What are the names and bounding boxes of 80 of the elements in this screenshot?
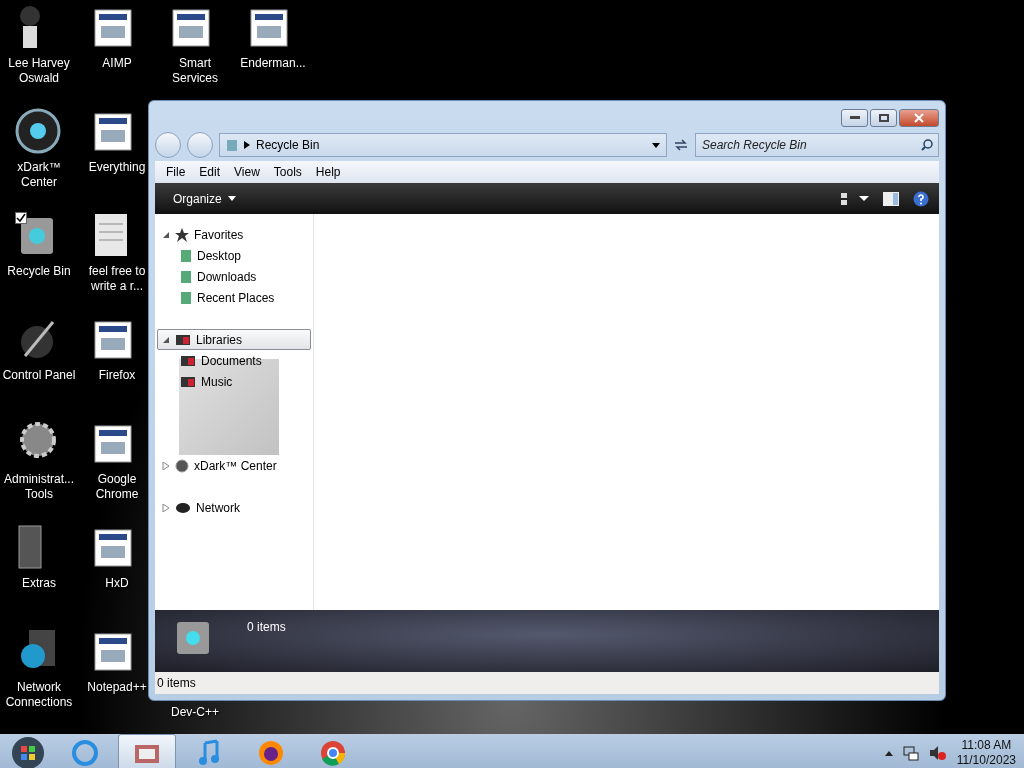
network-icon [175, 501, 191, 514]
folder-icon [180, 290, 192, 305]
taskbar-app-button[interactable] [118, 734, 176, 768]
preview-pane-icon[interactable] [883, 191, 899, 206]
nav-item[interactable]: Downloads [175, 266, 311, 287]
folder-icon [15, 524, 45, 570]
show-hidden-icons-icon[interactable] [884, 750, 893, 756]
status-bar-text: 0 items [155, 672, 939, 694]
caret-icon [227, 196, 236, 201]
clock[interactable]: 11:08 AM 11/10/2023 [956, 738, 1016, 768]
checkbox[interactable] [15, 212, 27, 224]
maximize-button[interactable] [870, 109, 897, 127]
app-icon [257, 739, 285, 767]
desktop-icon[interactable]: Everything [84, 108, 150, 200]
menu-item[interactable]: Help [308, 165, 348, 179]
desktop-icon[interactable]: Firefox [84, 316, 150, 408]
menu-item[interactable]: View [227, 165, 267, 179]
orb-icon [15, 108, 61, 154]
network-icon[interactable] [902, 745, 919, 761]
nav-item[interactable]: Favorites [157, 224, 311, 245]
desktop-icon[interactable]: Lee Harvey Oswald [6, 4, 72, 96]
expanded-arrow-icon[interactable] [162, 230, 170, 239]
nav-item[interactable]: Desktop [175, 245, 311, 266]
minimize-icon [849, 116, 860, 120]
desktop-icon[interactable]: Recycle Bin [6, 212, 72, 304]
collapsed-arrow-icon[interactable] [162, 503, 170, 512]
desktop-icon[interactable]: Smart Services [162, 4, 228, 96]
desktop-icon-label[interactable]: Dev-C++ [171, 705, 219, 720]
details-pane: 0 items [155, 610, 939, 672]
folder-icon [180, 269, 192, 284]
nav-item[interactable]: Recent Places [175, 287, 311, 308]
address-text: Recycle Bin [256, 138, 321, 152]
clock-date: 11/10/2023 [956, 753, 1016, 768]
view-options-icon[interactable] [841, 191, 869, 206]
recycle-bin-icon [226, 138, 238, 152]
library-icon [180, 354, 196, 367]
windows-logo-icon [11, 736, 45, 768]
desktop-icon[interactable]: Network Connections [6, 628, 72, 720]
desktop-icon[interactable]: Notepad++ [84, 628, 150, 720]
organize-button[interactable]: Organize [167, 187, 242, 210]
minimize-button[interactable] [841, 109, 868, 127]
menu-item[interactable]: Tools [266, 165, 309, 179]
document-icon [93, 212, 129, 258]
desktop-icon[interactable]: Extras [6, 524, 72, 616]
refresh-icon[interactable] [673, 138, 689, 152]
app-icon [319, 739, 347, 767]
address-bar[interactable]: Recycle Bin [219, 133, 667, 157]
expanded-arrow-icon[interactable] [162, 335, 170, 344]
nav-item[interactable]: Network [157, 497, 311, 518]
close-icon [914, 113, 924, 123]
menu-item[interactable]: Edit [192, 165, 228, 179]
folder-icon [180, 248, 192, 263]
desktop-icon[interactable]: Enderman... [240, 4, 306, 96]
chevron-icon [244, 141, 250, 149]
nav-item[interactable]: Libraries [157, 329, 311, 350]
desktop-icon[interactable]: Administrat... Tools [6, 420, 72, 512]
muted-speaker-icon[interactable] [928, 745, 947, 761]
nav-item[interactable]: Documents [175, 350, 311, 371]
dropdown-icon[interactable] [652, 142, 660, 148]
desktop-icon[interactable]: HxD [84, 524, 150, 616]
orb-icon [175, 458, 189, 473]
close-button[interactable] [899, 109, 939, 127]
desktop-icon[interactable]: Google Chrome [84, 420, 150, 512]
menu-item[interactable]: File [159, 165, 193, 179]
music-note-icon [197, 739, 221, 767]
desktop-icon[interactable]: xDark™ Center [6, 108, 72, 200]
search-field[interactable]: Search Recycle Bin [695, 133, 939, 157]
help-icon[interactable] [913, 190, 929, 207]
desktop-icon[interactable]: AIMP [84, 4, 150, 96]
desktop-icon[interactable]: feel free to write a r... [84, 212, 150, 304]
nav-item[interactable]: xDark™ Center [157, 455, 311, 476]
collapsed-arrow-icon[interactable] [162, 461, 170, 470]
app-icon [71, 739, 99, 767]
library-icon [180, 375, 196, 388]
library-icon [175, 333, 191, 346]
clock-time: 11:08 AM [961, 738, 1012, 753]
search-icon[interactable] [921, 139, 933, 151]
star-icon [175, 227, 189, 242]
maximize-icon [878, 114, 889, 122]
nav-item[interactable]: Music [175, 371, 311, 392]
